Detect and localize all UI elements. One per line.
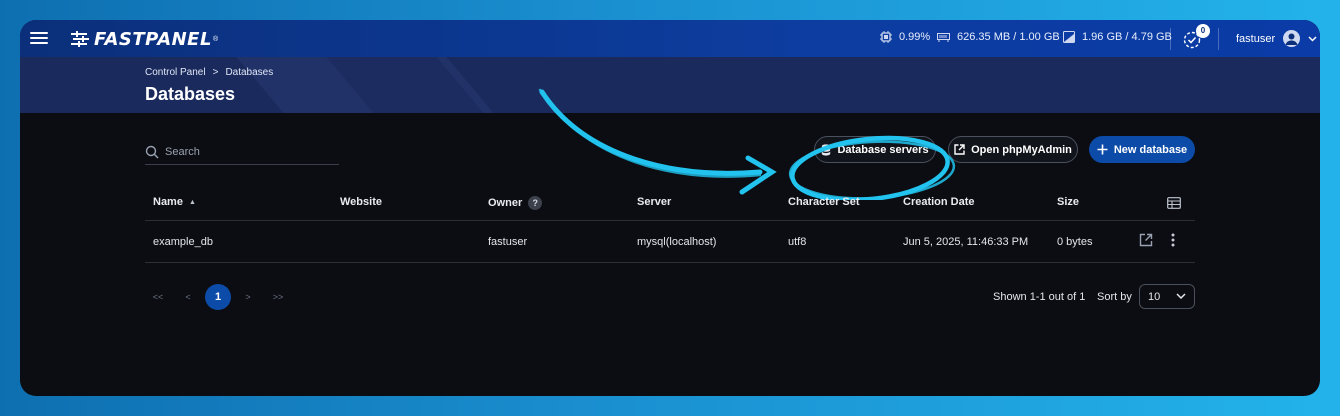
disk-value: 1.96 GB / 4.79 GB <box>1082 31 1172 43</box>
open-phpmyadmin-label: Open phpMyAdmin <box>971 143 1072 156</box>
open-phpmyadmin-button[interactable]: Open phpMyAdmin <box>948 136 1078 163</box>
cell-charset: utf8 <box>788 236 807 248</box>
logo-mark-icon <box>71 31 89 47</box>
database-servers-label: Database servers <box>837 143 929 156</box>
column-header-creation-date[interactable]: Creation Date <box>903 196 975 208</box>
sort-asc-icon: ▲ <box>188 198 196 206</box>
prev-page-button[interactable]: < <box>175 292 201 302</box>
table-row[interactable]: example_db fastuser mysql(localhost) utf… <box>145 221 1195 263</box>
menu-icon[interactable] <box>30 29 48 47</box>
chevron-down-icon <box>1308 35 1317 42</box>
plus-icon <box>1097 144 1108 155</box>
user-menu[interactable]: fastuser <box>1236 30 1317 47</box>
disk-stat: 1.96 GB / 4.79 GB <box>1063 31 1172 43</box>
top-bar: FASTPANEL ® 0.99% 626.35 MB / 1.00 GB 1. <box>20 20 1320 57</box>
page-size-value: 10 <box>1148 290 1161 303</box>
page-title: Databases <box>145 84 236 104</box>
app-window: FASTPANEL ® 0.99% 626.35 MB / 1.00 GB 1. <box>20 20 1320 396</box>
search-box <box>145 140 339 165</box>
column-header-label: Website <box>340 196 382 208</box>
breadcrumb: Control Panel > Databases <box>145 67 273 78</box>
sort-by-label: Sort by <box>1097 291 1132 303</box>
breadcrumb-current: Databases <box>225 67 274 78</box>
column-header-name[interactable]: Name ▲ <box>153 196 196 208</box>
database-icon <box>822 143 831 156</box>
last-page-button[interactable]: >> <box>265 292 291 302</box>
page-1-button[interactable]: 1 <box>205 284 231 310</box>
breadcrumb-root[interactable]: Control Panel <box>145 67 206 78</box>
topbar-divider <box>1218 28 1219 50</box>
notifications-badge: 0 <box>1196 24 1210 38</box>
column-header-owner[interactable]: Owner ? <box>488 196 543 210</box>
page-header: Control Panel > Databases Databases <box>20 57 1320 113</box>
cell-owner: fastuser <box>488 236 528 248</box>
results-count: Shown 1-1 out of 1 <box>993 291 1086 303</box>
breadcrumb-separator: > <box>212 67 219 78</box>
chevron-down-icon <box>1176 293 1186 299</box>
new-database-button[interactable]: New database <box>1089 136 1195 163</box>
column-header-label: Creation Date <box>903 196 975 208</box>
next-page-button[interactable]: > <box>235 292 261 302</box>
column-header-size[interactable]: Size <box>1057 196 1079 208</box>
cell-size: 0 bytes <box>1057 236 1093 248</box>
pagination: << < 1 > >> <box>145 284 291 310</box>
cell-name[interactable]: example_db <box>153 236 213 248</box>
search-input[interactable] <box>165 146 325 158</box>
columns-settings-icon[interactable] <box>1167 197 1181 209</box>
logo-registered: ® <box>212 35 219 43</box>
database-servers-button[interactable]: Database servers <box>814 136 936 163</box>
page-size-select[interactable]: 10 <box>1139 284 1195 309</box>
cpu-value: 0.99% <box>899 31 931 43</box>
column-header-label: Name <box>153 196 183 208</box>
avatar-icon <box>1283 30 1301 47</box>
column-header-website[interactable]: Website <box>340 196 382 208</box>
topbar-divider <box>1170 28 1171 50</box>
username: fastuser <box>1236 32 1276 45</box>
cpu-icon <box>880 31 892 43</box>
column-header-server[interactable]: Server <box>637 196 671 208</box>
open-external-icon[interactable] <box>1139 233 1153 247</box>
column-header-charset[interactable]: Character Set <box>788 196 860 208</box>
help-icon[interactable]: ? <box>528 196 543 210</box>
column-header-label: Server <box>637 196 672 208</box>
row-actions <box>1139 233 1175 247</box>
first-page-button[interactable]: << <box>145 292 171 302</box>
new-database-label: New database <box>1113 143 1188 156</box>
disk-icon <box>1063 31 1075 43</box>
more-vertical-icon[interactable] <box>1171 233 1175 247</box>
ram-value: 626.35 MB / 1.00 GB <box>957 31 1060 43</box>
logo[interactable]: FASTPANEL ® <box>70 28 218 50</box>
cpu-stat: 0.99% <box>880 31 930 43</box>
databases-table: Name ▲ Website Owner ? Server Character … <box>145 188 1195 263</box>
ram-stat: 626.35 MB / 1.00 GB <box>937 31 1060 43</box>
ram-icon <box>937 33 950 42</box>
logo-text: FASTPANEL <box>94 28 212 50</box>
search-icon <box>145 145 159 159</box>
cell-server: mysql(localhost) <box>637 236 717 248</box>
external-link-icon <box>954 144 965 155</box>
column-header-label: Owner <box>488 197 523 209</box>
column-header-label: Character Set <box>788 196 860 208</box>
table-header: Name ▲ Website Owner ? Server Character … <box>145 188 1195 221</box>
column-header-label: Size <box>1057 196 1080 208</box>
notifications-button[interactable]: 0 <box>1182 24 1210 52</box>
cell-creation-date: Jun 5, 2025, 11:46:33 PM <box>903 236 1029 248</box>
